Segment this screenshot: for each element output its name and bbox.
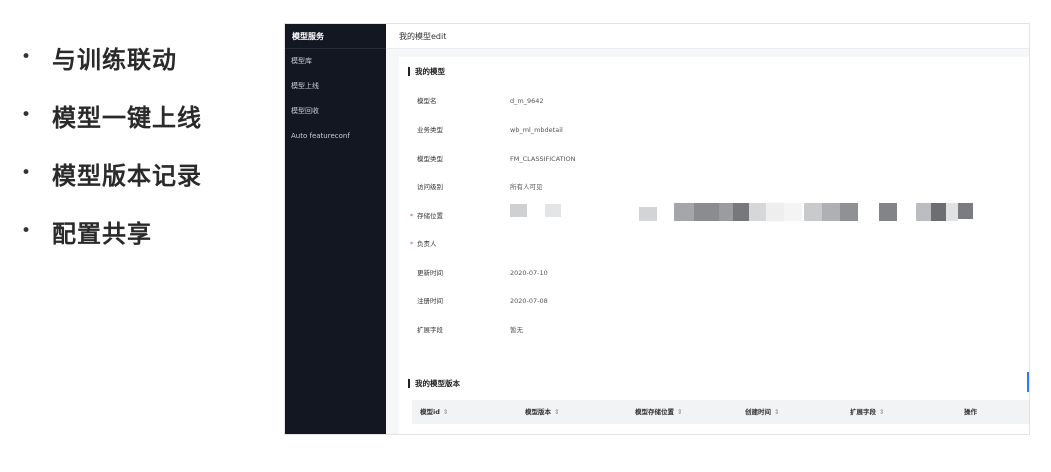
field-label: 业务类型	[417, 126, 443, 134]
sidebar-item-auto-featureconf[interactable]: Auto featureconf	[285, 124, 386, 149]
model-detail-card: 我的模型 模型名 d_m_9642 业务类型 wb_ml_mbdetail 模型…	[399, 57, 1029, 382]
column-label: 模型存储位置	[635, 408, 674, 416]
sort-icon: ⇕	[554, 408, 560, 416]
bullet-text: 配置共享	[52, 219, 152, 248]
field-label: 模型类型	[417, 155, 443, 163]
bullet-text: 模型一键上线	[52, 103, 202, 132]
field-value: 2020-07-08	[510, 297, 548, 305]
column-header-create-time[interactable]: 创建时间 ⇕	[745, 400, 779, 424]
field-value: 暂无	[510, 326, 523, 334]
field-value: d_m_9642	[510, 97, 544, 105]
field-label: * 负责人	[410, 238, 497, 250]
sort-icon: ⇕	[774, 408, 780, 416]
field-label: * 存储位置	[410, 210, 497, 222]
version-table-header: 模型id ⇕ 模型版本 ⇕ 模型存储位置 ⇕ 创建时间 ⇕ 扩展字段 ⇕ 操作	[412, 400, 1029, 424]
version-card-title: 我的模型版本	[408, 379, 460, 388]
column-header-model-id[interactable]: 模型id ⇕	[420, 400, 448, 424]
field-label: 扩展字段	[417, 326, 443, 334]
column-header-extension[interactable]: 扩展字段 ⇕	[850, 400, 884, 424]
field-label: 模型名	[417, 97, 437, 105]
sort-icon: ⇕	[879, 408, 885, 416]
field-label: 访问级别	[417, 183, 443, 191]
sort-icon: ⇕	[442, 408, 449, 416]
bullet-dot-icon: •	[20, 105, 32, 125]
field-value: 所有人可见	[510, 183, 543, 191]
page-header: 我的模型edit	[386, 24, 1029, 49]
sidebar-item-model-online[interactable]: 模型上线	[285, 74, 386, 99]
field-value: wb_ml_mbdetail	[510, 126, 563, 134]
column-label: 扩展字段	[850, 408, 876, 416]
page-title: 我的模型edit	[399, 32, 447, 41]
model-version-card: 我的模型版本 模型id ⇕ 模型版本 ⇕ 模型存储位置 ⇕ 创建时间 ⇕ 扩展字段 ⇕ 操…	[399, 367, 1029, 434]
sort-icon: ⇕	[677, 408, 683, 416]
slide-bullets: • 与训练联动 • 模型一键上线 • 模型版本记录 • 配置共享	[14, 28, 264, 260]
column-header-storage-location[interactable]: 模型存储位置 ⇕	[635, 400, 682, 424]
field-label-text: 存储位置	[417, 212, 443, 220]
column-label: 模型版本	[525, 408, 551, 416]
sidebar-item-model-library[interactable]: 模型库	[285, 49, 386, 74]
scrollbar-indicator[interactable]	[1027, 372, 1029, 392]
bullet-item: • 与训练联动	[14, 28, 264, 86]
sidebar-item-model-recycle[interactable]: 模型回收	[285, 99, 386, 124]
bullet-item: • 模型一键上线	[14, 86, 264, 144]
bullet-dot-icon: •	[20, 47, 32, 67]
bullet-item: • 模型版本记录	[14, 144, 264, 202]
field-value: 2020-07-10	[510, 269, 548, 277]
column-label: 模型id	[420, 408, 440, 416]
bullet-text: 模型版本记录	[52, 161, 202, 190]
field-value: FM_CLASSIFICATION	[510, 155, 576, 163]
field-label: 注册时间	[417, 297, 443, 305]
column-header-actions: 操作	[964, 408, 977, 416]
required-mark: *	[410, 240, 414, 248]
model-card-title: 我的模型	[408, 67, 445, 76]
sidebar-title: 模型服务	[285, 24, 386, 49]
required-mark: *	[410, 212, 414, 220]
bullet-item: • 配置共享	[14, 202, 264, 260]
field-label: 更新时间	[417, 269, 443, 277]
bullet-text: 与训练联动	[52, 45, 177, 74]
bullet-dot-icon: •	[20, 163, 32, 183]
bullet-dot-icon: •	[20, 221, 32, 241]
sidebar: 模型服务 模型库 模型上线 模型回收 Auto featureconf	[285, 24, 386, 434]
column-header-model-version[interactable]: 模型版本 ⇕	[525, 400, 559, 424]
column-label: 创建时间	[745, 408, 771, 416]
field-label-text: 负责人	[417, 240, 437, 248]
app-window: 模型服务 模型库 模型上线 模型回收 Auto featureconf 我的模型…	[284, 23, 1030, 435]
